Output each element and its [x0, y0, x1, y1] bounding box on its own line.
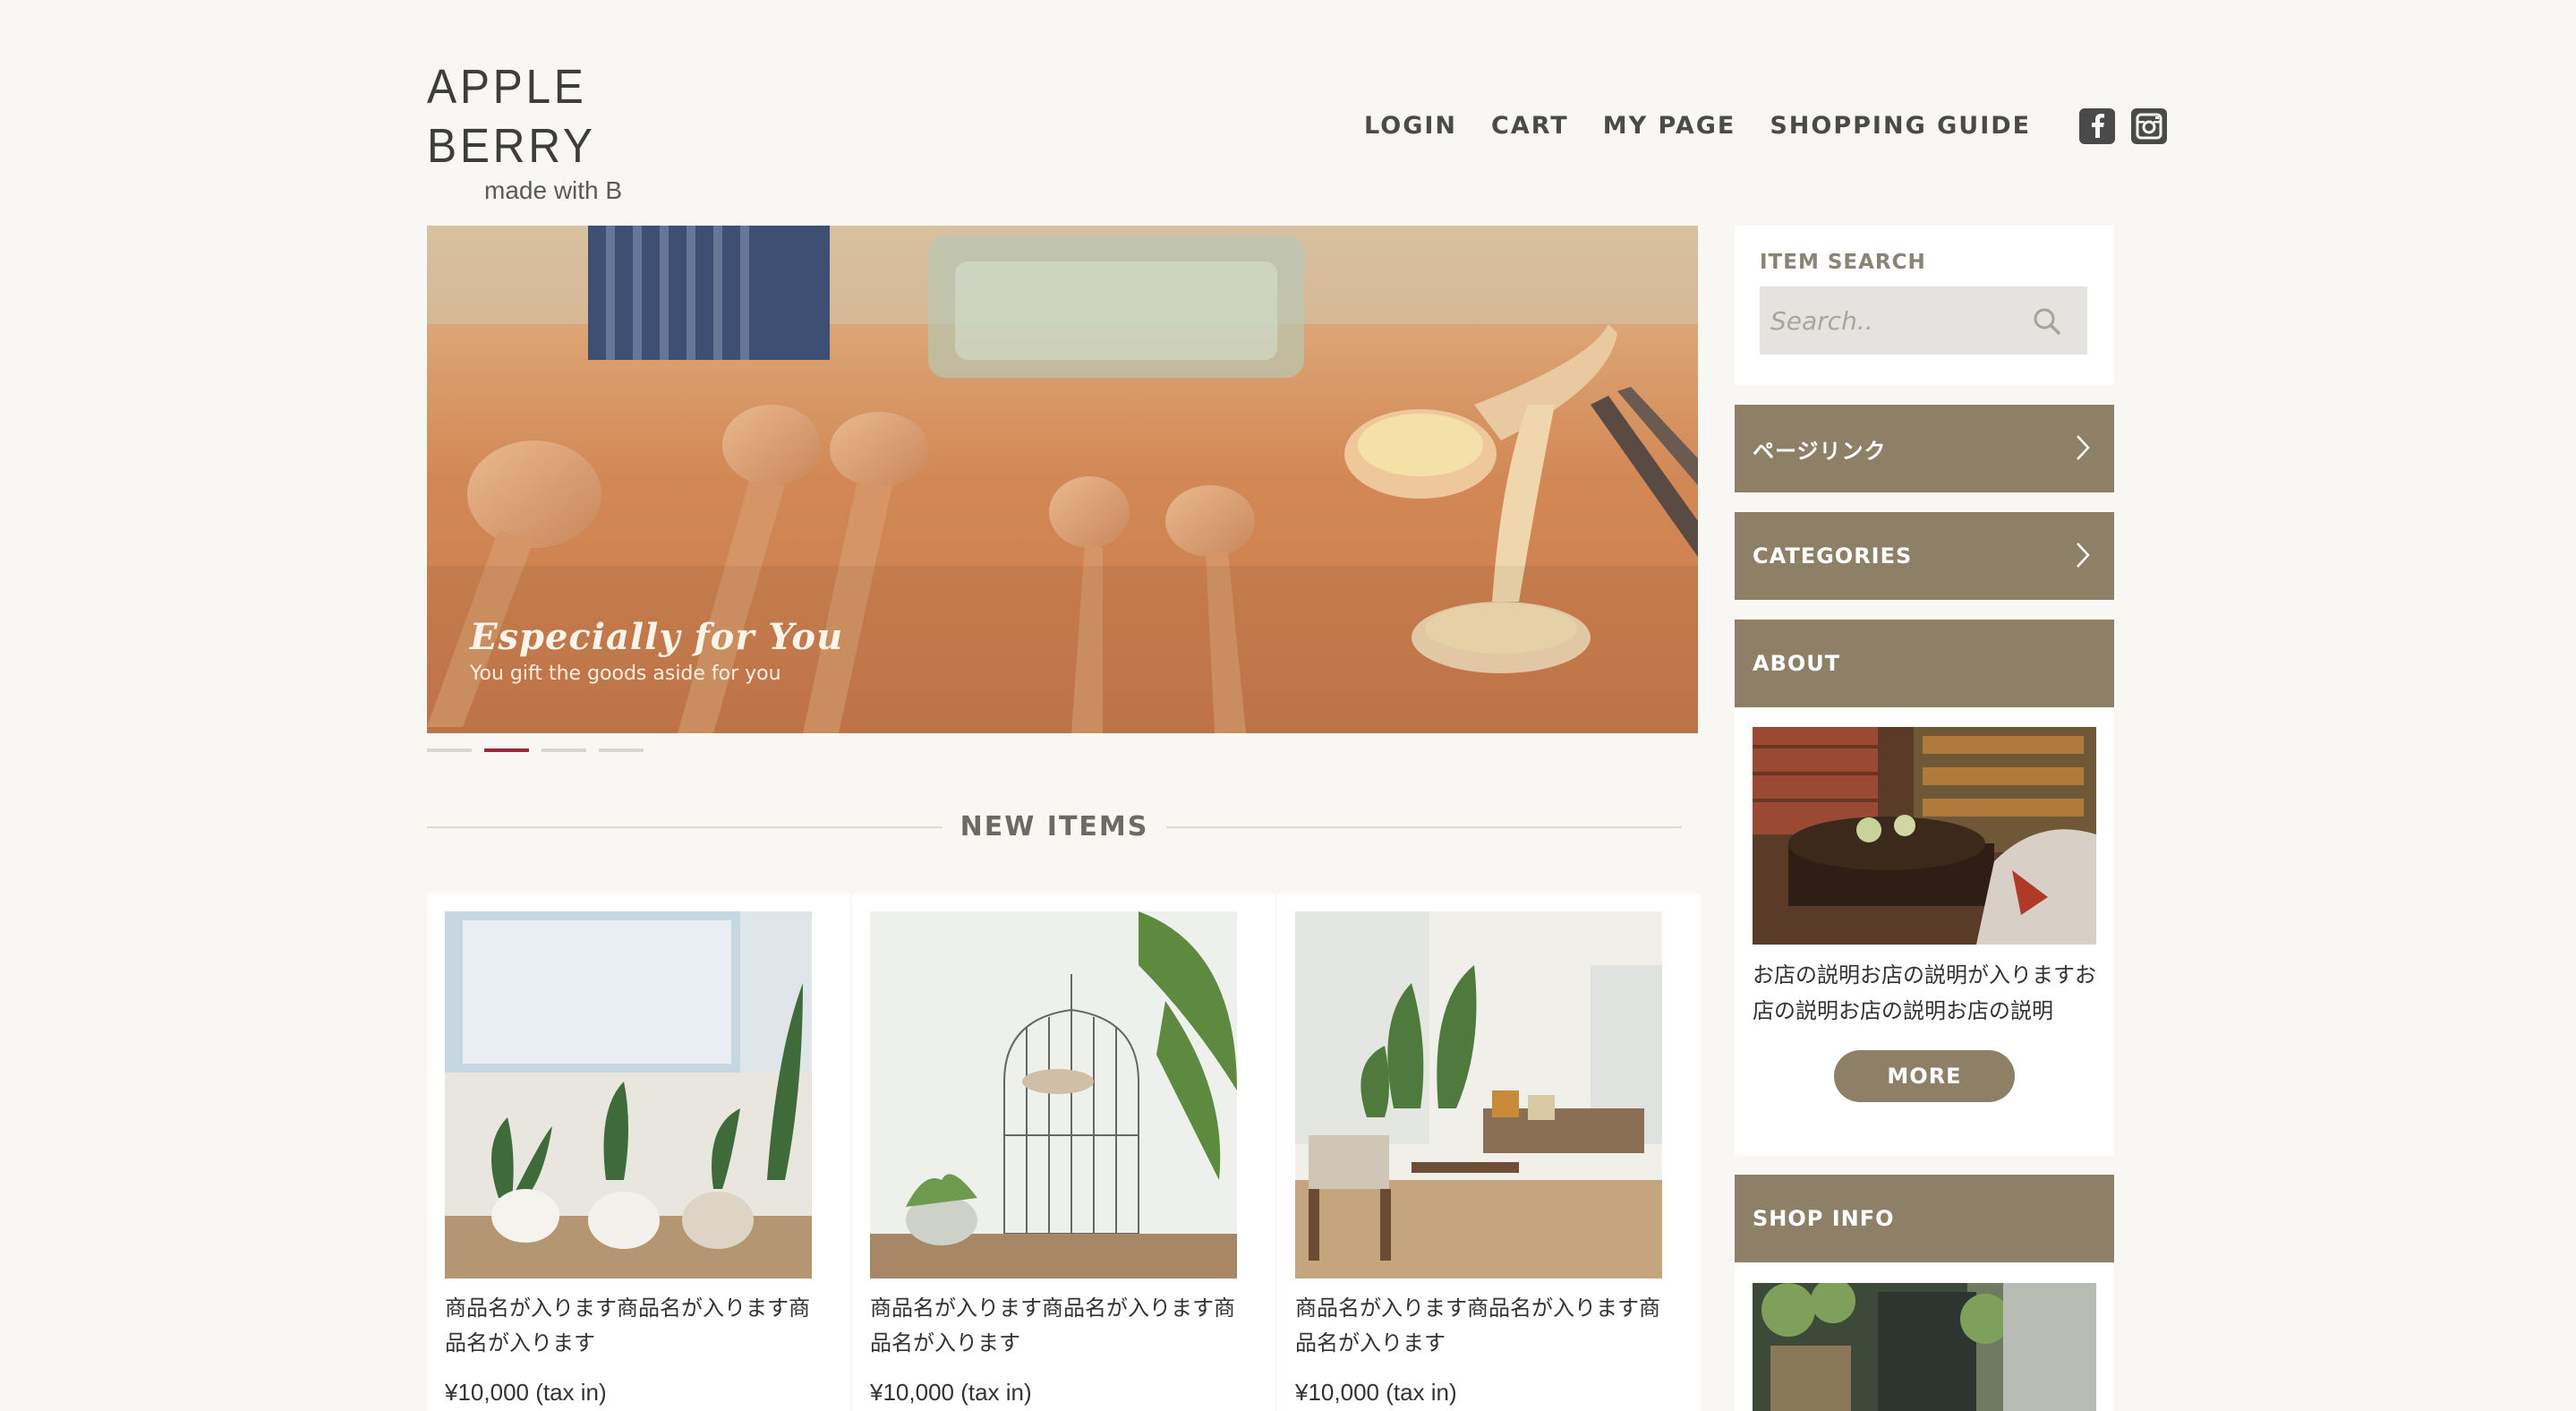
categories-label: CATEGORIES	[1753, 543, 1913, 569]
logo-title: APPLE BERRY	[427, 60, 596, 173]
about-description: お店の説明お店の説明が入りますお店の説明お店の説明お店の説明	[1753, 962, 2096, 1023]
nav-my-page[interactable]: MY PAGE	[1603, 102, 1736, 150]
hero-subtitle: You gift the goods aside for you	[470, 663, 781, 685]
logo-subtitle: made with B	[484, 176, 623, 204]
chevron-right-icon	[2075, 541, 2091, 575]
product-card[interactable]: 商品名が入ります商品名が入ります商品名が入ります ¥10,000 (tax in…	[427, 894, 850, 1411]
about-panel: お店の説明お店の説明が入りますお店の説明お店の説明お店の説明 MORE	[1735, 708, 2114, 1156]
logo[interactable]: APPLE BERRY made with B	[427, 57, 722, 206]
page-link-label: ページリンク	[1753, 438, 1887, 464]
main-nav: LOGIN CART MY PAGE SHOPPING GUIDE	[1364, 102, 2168, 150]
divider	[1166, 825, 1682, 828]
shop-info-heading: SHOP INFO	[1735, 1175, 2114, 1262]
slider-dot-2[interactable]	[484, 748, 529, 752]
slider-dots	[427, 748, 644, 752]
shop-front-image	[1753, 1283, 2096, 1411]
slider-dot-1[interactable]	[427, 748, 472, 752]
item-search-panel: ITEM SEARCH	[1735, 226, 2114, 385]
page-link-menu[interactable]: ページリンク	[1735, 405, 2114, 492]
item-search-label: ITEM SEARCH	[1760, 251, 1926, 274]
shop-info-panel	[1735, 1264, 2114, 1411]
new-items-heading: NEW ITEMS	[427, 811, 1682, 842]
about-title: ABOUT	[1753, 651, 1841, 676]
instagram-icon[interactable]	[2131, 108, 2168, 144]
page: APPLE BERRY made with B LOGIN CART MY PA…	[0, 0, 2576, 1411]
slider-dot-4[interactable]	[599, 748, 644, 752]
product-name[interactable]: 商品名が入ります商品名が入ります商品名が入ります	[1295, 1291, 1680, 1361]
categories-menu[interactable]: CATEGORIES	[1735, 512, 2114, 600]
product-name[interactable]: 商品名が入ります商品名が入ります商品名が入ります	[445, 1291, 830, 1361]
search-icon[interactable]	[2032, 306, 2062, 340]
product-card[interactable]: 商品名が入ります商品名が入ります商品名が入ります ¥10,000 (tax in…	[852, 894, 1275, 1411]
nav-shopping-guide[interactable]: SHOPPING GUIDE	[1770, 102, 2031, 150]
product-image-plants[interactable]	[445, 911, 812, 1278]
product-price: ¥10,000 (tax in)	[1295, 1379, 1457, 1406]
more-button[interactable]: MORE	[1834, 1050, 2015, 1102]
hero-slider[interactable]: Especially for You You gift the goods as…	[427, 226, 1698, 733]
new-items-list: 商品名が入ります商品名が入ります商品名が入ります ¥10,000 (tax in…	[427, 894, 1701, 1411]
product-price: ¥10,000 (tax in)	[870, 1379, 1032, 1406]
shop-info-title: SHOP INFO	[1753, 1206, 1895, 1231]
product-name[interactable]: 商品名が入ります商品名が入ります商品名が入ります	[870, 1291, 1255, 1361]
nav-login[interactable]: LOGIN	[1364, 102, 1457, 150]
product-card[interactable]: 商品名が入ります商品名が入ります商品名が入ります ¥10,000 (tax in…	[1277, 894, 1701, 1411]
divider	[427, 825, 943, 828]
product-image-birdcage[interactable]	[870, 911, 1237, 1278]
slider-dot-3[interactable]	[542, 748, 586, 752]
new-items-title: NEW ITEMS	[960, 811, 1149, 842]
about-heading: ABOUT	[1735, 620, 2114, 707]
chevron-right-icon	[2075, 433, 2091, 467]
nav-cart[interactable]: CART	[1491, 102, 1569, 150]
search-field	[1760, 286, 2087, 355]
hero-title: Especially for You	[470, 616, 844, 658]
product-image-living-room[interactable]	[1295, 911, 1662, 1278]
facebook-icon[interactable]	[2079, 108, 2116, 144]
product-price: ¥10,000 (tax in)	[445, 1379, 607, 1406]
about-shop-image	[1753, 727, 2096, 945]
